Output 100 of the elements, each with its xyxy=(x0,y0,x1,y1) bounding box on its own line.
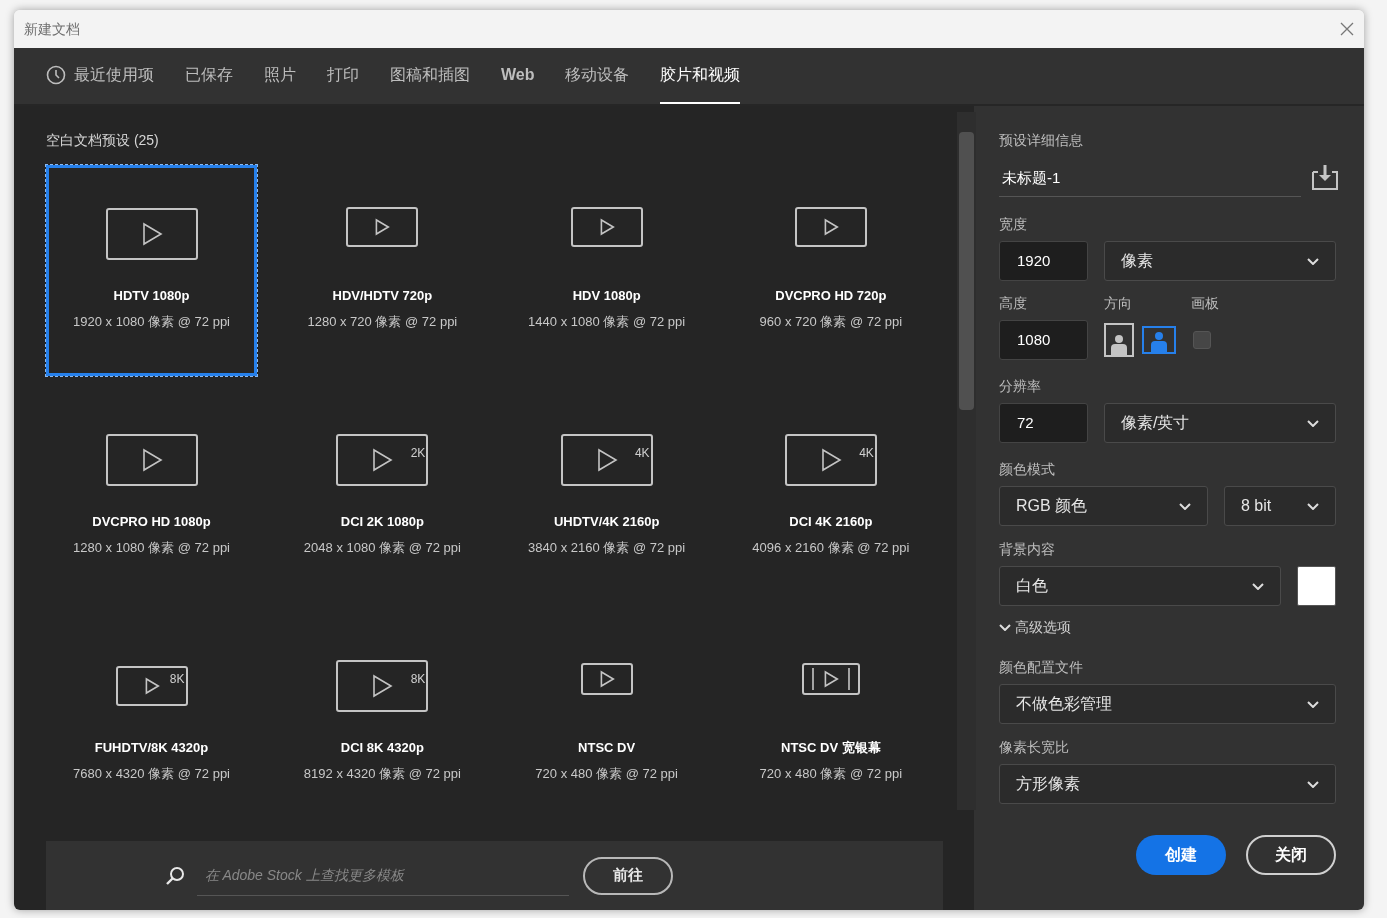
preset-size: 720 x 480 像素 @ 72 ppi xyxy=(759,764,903,783)
preset-title: NTSC DV 宽银幕 xyxy=(781,739,881,758)
preset-size: 4096 x 2160 像素 @ 72 ppi xyxy=(752,538,910,557)
chevron-icon xyxy=(999,624,1011,631)
field-label: 方向 xyxy=(1104,294,1133,313)
chevron-down-icon xyxy=(1307,700,1319,708)
preset-title: HDV 1080p xyxy=(572,287,641,306)
field-label: 像素长宽比 xyxy=(999,738,1070,757)
video-frame-icon xyxy=(784,434,877,487)
preset-title: FUHDTV/8K 4320p xyxy=(94,739,209,758)
tab[interactable]: 最近使用项 xyxy=(46,48,154,104)
chevron-down-icon xyxy=(1307,502,1319,510)
dropdown[interactable]: 方形像素 xyxy=(999,764,1336,804)
tab[interactable]: 胶片和视频 xyxy=(660,48,741,104)
landscape-button[interactable] xyxy=(1142,326,1176,354)
field-label: 画板 xyxy=(1191,294,1219,313)
tab[interactable]: 打印 xyxy=(327,48,359,104)
field-label: 颜色配置文件 xyxy=(999,658,1084,677)
video-frame-icon xyxy=(336,434,429,487)
tab[interactable]: 照片 xyxy=(264,48,296,104)
field-label: 高度 xyxy=(999,294,1028,313)
tab[interactable]: Web xyxy=(501,48,535,104)
video-frame-icon xyxy=(580,663,633,696)
field-label: 宽度 xyxy=(999,215,1028,234)
number-field[interactable]: 72 xyxy=(999,403,1088,443)
preset-title: DCI 2K 1080p xyxy=(340,513,424,532)
section-heading: 空白文档预设 (25) xyxy=(46,131,160,150)
preset-title: DCI 8K 4320p xyxy=(340,739,424,758)
preset-size: 960 x 720 像素 @ 72 ppi xyxy=(759,312,903,331)
preset-size: 8192 x 4320 像素 @ 72 ppi xyxy=(303,764,461,783)
preset-card[interactable]: 2K DCI 2K 1080p 2048 x 1080 像素 @ 72 ppi xyxy=(276,391,488,603)
preset-card[interactable]: 8K FUHDTV/8K 4320p 7680 x 4320 像素 @ 72 ppi xyxy=(46,617,257,829)
dropdown[interactable]: 白色 xyxy=(999,566,1281,606)
preset-size: 2048 x 1080 像素 @ 72 ppi xyxy=(303,538,461,557)
preset-size: 1280 x 720 像素 @ 72 ppi xyxy=(307,312,458,331)
preset-card[interactable]: NTSC DV 宽银幕 720 x 480 像素 @ 72 ppi xyxy=(725,617,937,829)
window-title: 新建文档 xyxy=(24,19,80,39)
number-field[interactable]: 1920 xyxy=(999,241,1088,281)
chevron-down-icon xyxy=(1252,582,1264,590)
dropdown[interactable]: 不做色彩管理 xyxy=(999,684,1336,724)
field-label: 分辨率 xyxy=(999,377,1042,396)
tab[interactable]: 移动设备 xyxy=(565,48,630,104)
dropdown[interactable]: 8 bit xyxy=(1224,486,1336,526)
preset-size: 3840 x 2160 像素 @ 72 ppi xyxy=(528,538,686,557)
preset-size: 1920 x 1080 像素 @ 72 ppi xyxy=(73,312,230,331)
preset-title: DVCPRO HD 1080p xyxy=(92,513,211,532)
preset-size: 1440 x 1080 像素 @ 72 ppi xyxy=(528,312,686,331)
stock-search-field[interactable]: 在 Adobe Stock 上查找更多模板 xyxy=(196,855,569,896)
close-icon[interactable] xyxy=(1340,22,1354,36)
video-frame-icon xyxy=(346,207,419,248)
dropdown[interactable]: 像素/英寸 xyxy=(1104,403,1336,443)
preset-size: 1280 x 1080 像素 @ 72 ppi xyxy=(73,538,230,557)
video-frame-icon xyxy=(794,207,867,248)
preset-card[interactable]: NTSC DV 720 x 480 像素 @ 72 ppi xyxy=(501,617,713,829)
chevron-down-icon xyxy=(1307,419,1319,427)
video-frame-icon xyxy=(560,434,653,487)
chevron-down-icon xyxy=(1307,780,1319,788)
resolution-label: 4K xyxy=(859,445,874,463)
preset-title: DCI 4K 2160p xyxy=(789,513,873,532)
video-frame-icon xyxy=(105,208,198,261)
field-label: 预设详细信息 xyxy=(999,131,1084,150)
preset-card[interactable]: HDV/HDTV 720p 1280 x 720 像素 @ 72 ppi xyxy=(276,165,488,377)
search-icon xyxy=(164,865,185,886)
dropdown[interactable]: RGB 颜色 xyxy=(999,486,1208,526)
color-swatch[interactable] xyxy=(1297,566,1336,606)
person-icon xyxy=(1149,332,1169,352)
field-label: 颜色模式 xyxy=(999,460,1056,479)
tab[interactable]: 图稿和插图 xyxy=(390,48,470,104)
number-field[interactable]: 1080 xyxy=(999,320,1088,360)
preset-title: DVCPRO HD 720p xyxy=(775,287,887,306)
preset-size: 720 x 480 像素 @ 72 ppi xyxy=(535,764,678,783)
resolution-label: 4K xyxy=(634,445,650,463)
resolution-label: 8K xyxy=(410,671,426,689)
video-frame-icon xyxy=(801,663,860,696)
preset-card[interactable]: 8K DCI 8K 4320p 8192 x 4320 像素 @ 72 ppi xyxy=(276,617,488,829)
scrollbar[interactable] xyxy=(957,112,976,810)
go-button[interactable]: 前往 xyxy=(582,856,673,895)
portrait-button[interactable] xyxy=(1104,323,1134,357)
create-button[interactable]: 创建 xyxy=(1136,835,1226,875)
preset-card[interactable]: HDTV 1080p 1920 x 1080 像素 @ 72 ppi xyxy=(46,165,257,377)
video-frame-icon xyxy=(336,660,429,713)
document-name-field[interactable]: 未标题-1 xyxy=(999,161,1301,197)
clock-icon xyxy=(46,65,66,85)
preset-card[interactable]: DVCPRO HD 720p 960 x 720 像素 @ 72 ppi xyxy=(725,165,937,377)
preset-title: HDV/HDTV 720p xyxy=(332,287,433,306)
preset-card[interactable]: 4K UHDTV/4K 2160p 3840 x 2160 像素 @ 72 ppi xyxy=(501,391,713,603)
preset-title: HDTV 1080p xyxy=(113,287,190,306)
advanced-options-toggle[interactable]: 高级选项 xyxy=(999,617,1339,638)
preset-card[interactable]: 4K DCI 4K 2160p 4096 x 2160 像素 @ 72 ppi xyxy=(725,391,937,603)
tab[interactable]: 已保存 xyxy=(185,48,233,104)
video-frame-icon xyxy=(570,207,643,248)
dropdown[interactable]: 像素 xyxy=(1104,241,1336,281)
preset-card[interactable]: DVCPRO HD 1080p 1280 x 1080 像素 @ 72 ppi xyxy=(46,391,257,603)
artboard-checkbox[interactable] xyxy=(1193,331,1211,349)
preset-size: 7680 x 4320 像素 @ 72 ppi xyxy=(73,764,230,783)
chevron-down-icon xyxy=(1179,502,1191,510)
person-icon xyxy=(1109,335,1129,355)
close-button[interactable]: 关闭 xyxy=(1246,835,1336,875)
preset-card[interactable]: HDV 1080p 1440 x 1080 像素 @ 72 ppi xyxy=(501,165,713,377)
video-frame-icon xyxy=(105,434,198,487)
